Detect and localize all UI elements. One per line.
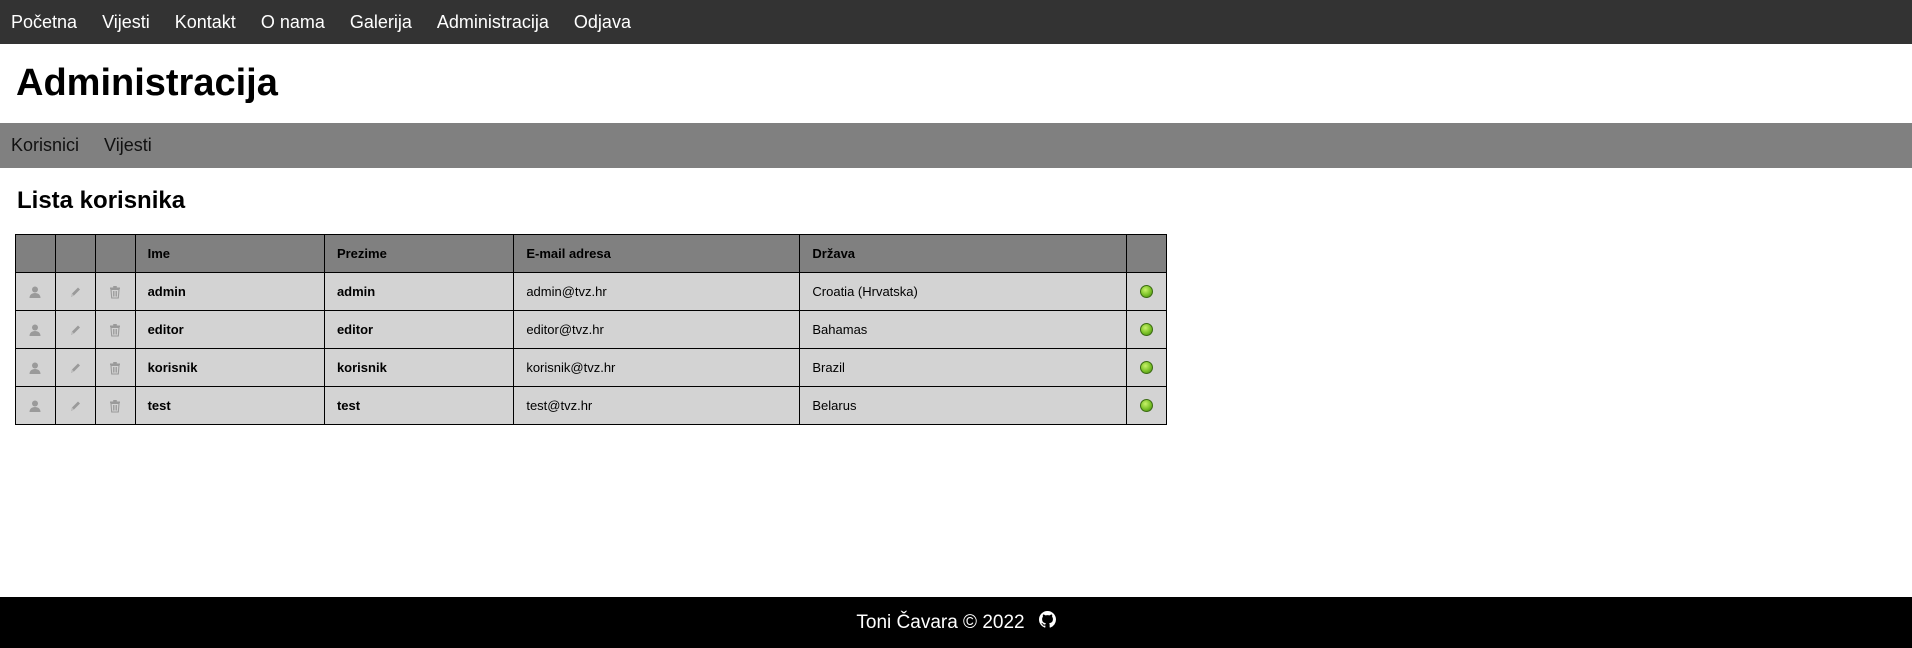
pencil-icon [56, 399, 95, 413]
col-header-view [15, 234, 56, 273]
user-icon [16, 399, 55, 413]
edit-user-button[interactable] [54, 348, 96, 387]
trash-icon [96, 361, 135, 375]
cell-ime: editor [134, 310, 325, 349]
trash-icon [96, 399, 135, 413]
table-row: editor editor editor@tvz.hr Bahamas [15, 310, 1167, 349]
cell-drzava: Brazil [799, 348, 1128, 387]
cell-email: admin@tvz.hr [513, 272, 801, 311]
nav-administracija[interactable]: Administracija [425, 0, 562, 44]
nav-vijesti[interactable]: Vijesti [90, 0, 163, 44]
status-cell [1126, 348, 1167, 387]
pencil-icon [56, 323, 95, 337]
col-header-email: E-mail adresa [513, 234, 801, 273]
section-title: Lista korisnika [17, 187, 186, 214]
nav-odjava[interactable]: Odjava [562, 0, 644, 44]
nav-o-nama[interactable]: O nama [249, 0, 338, 44]
table-row: admin admin admin@tvz.hr Croatia (Hrvatska) [15, 272, 1167, 311]
footer-text: Toni Čavara © 2022 [856, 611, 1025, 633]
view-user-button[interactable] [15, 310, 56, 349]
nav-pocetna[interactable]: Početna [0, 0, 90, 44]
cell-ime: admin [134, 272, 325, 311]
col-header-edit [54, 234, 96, 273]
users-table: Ime Prezime E-mail adresa Država admin ad… [15, 234, 1167, 425]
top-navigation: Početna Vijesti Kontakt O nama Galerija … [0, 0, 1912, 44]
status-active-icon [1140, 323, 1154, 336]
col-header-ime: Ime [134, 234, 325, 273]
trash-icon [96, 323, 135, 337]
table-row: test test test@tvz.hr Belarus [15, 386, 1167, 425]
view-user-button[interactable] [15, 272, 56, 311]
users-table-body: admin admin admin@tvz.hr Croatia (Hrvatska)… [15, 272, 1167, 425]
status-active-icon [1140, 361, 1154, 374]
cell-ime: korisnik [134, 348, 325, 387]
cell-drzava: Croatia (Hrvatska) [799, 272, 1128, 311]
col-header-prezime: Prezime [323, 234, 515, 273]
cell-prezime: admin [323, 272, 515, 311]
cell-drzava: Belarus [799, 386, 1128, 425]
admin-subnav: Korisnici Vijesti [0, 123, 1912, 168]
col-header-delete [94, 234, 136, 273]
github-icon[interactable] [1038, 611, 1056, 634]
delete-user-button[interactable] [94, 310, 136, 349]
view-user-button[interactable] [15, 348, 56, 387]
cell-ime: test [134, 386, 325, 425]
status-active-icon [1140, 285, 1154, 298]
cell-prezime: editor [323, 310, 515, 349]
cell-email: test@tvz.hr [513, 386, 801, 425]
pencil-icon [56, 361, 95, 375]
subnav-korisnici[interactable]: Korisnici [0, 123, 93, 168]
cell-prezime: test [323, 386, 515, 425]
nav-galerija[interactable]: Galerija [338, 0, 425, 44]
status-active-icon [1140, 399, 1154, 412]
user-icon [16, 285, 55, 299]
status-cell [1126, 310, 1167, 349]
cell-drzava: Bahamas [799, 310, 1128, 349]
subnav-vijesti[interactable]: Vijesti [93, 123, 166, 168]
status-cell [1126, 272, 1167, 311]
user-icon [16, 361, 55, 375]
page-title: Administracija [16, 62, 278, 104]
col-header-drzava: Država [799, 234, 1128, 273]
user-icon [16, 323, 55, 337]
pencil-icon [56, 285, 95, 299]
cell-email: korisnik@tvz.hr [513, 348, 801, 387]
trash-icon [96, 285, 135, 299]
nav-kontakt[interactable]: Kontakt [163, 0, 249, 44]
footer: Toni Čavara © 2022 [0, 597, 1912, 648]
table-header-row: Ime Prezime E-mail adresa Država [15, 234, 1167, 273]
cell-email: editor@tvz.hr [513, 310, 801, 349]
status-cell [1126, 386, 1167, 425]
delete-user-button[interactable] [94, 348, 136, 387]
table-row: korisnik korisnik korisnik@tvz.hr Brazil [15, 348, 1167, 387]
delete-user-button[interactable] [94, 272, 136, 311]
cell-prezime: korisnik [323, 348, 515, 387]
edit-user-button[interactable] [54, 310, 96, 349]
edit-user-button[interactable] [54, 272, 96, 311]
delete-user-button[interactable] [94, 386, 136, 425]
edit-user-button[interactable] [54, 386, 96, 425]
view-user-button[interactable] [15, 386, 56, 425]
col-header-status [1126, 234, 1167, 273]
